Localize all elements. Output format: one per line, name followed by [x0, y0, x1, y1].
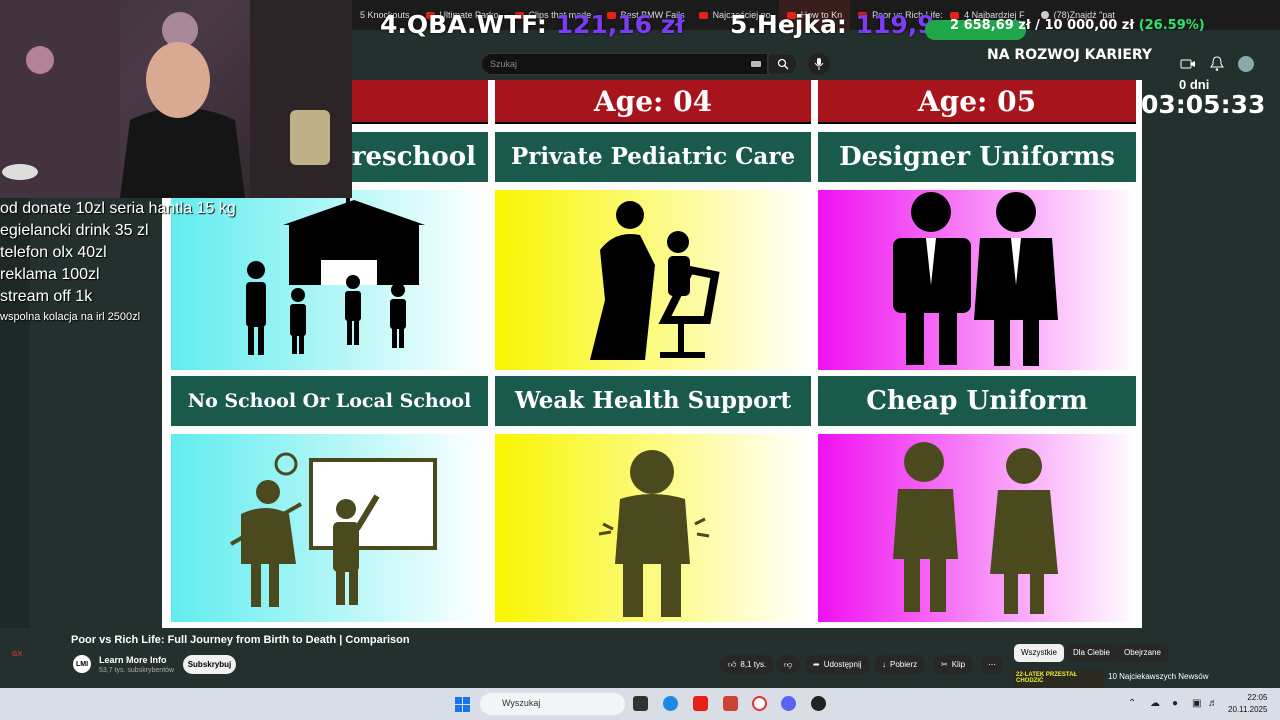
donation-item: wspolna kolacja na irl 2500zl — [0, 311, 141, 323]
rank-4-amount: 121,16 zł — [555, 10, 685, 39]
rank-5-name: 5.Hejka: — [730, 10, 847, 39]
preschool-panel — [171, 190, 488, 370]
cloud-icon[interactable]: ☁ — [1150, 698, 1160, 709]
scissors-icon: ✂ — [941, 660, 948, 669]
donation-menu: od donate 10zl seria hantla 15 kg egiela… — [0, 198, 236, 326]
channel-name[interactable]: Learn More Info — [99, 655, 167, 665]
poor-label-3: Cheap Uniform — [818, 376, 1136, 426]
opera-gx-icon[interactable]: GX — [12, 651, 22, 658]
create-icon[interactable] — [1180, 56, 1196, 72]
chip-for-you[interactable]: Dla Ciebie — [1066, 644, 1117, 662]
chip-watched[interactable]: Obejrzane — [1117, 644, 1168, 662]
dislike-button[interactable]: 👎︎ — [776, 655, 800, 674]
share-label: Udostępnij — [823, 660, 862, 669]
windows-start-icon[interactable] — [455, 697, 470, 712]
share-button[interactable]: ➦ Udostępnij — [805, 655, 870, 674]
local-school-panel — [171, 434, 488, 622]
doctor-patient-icon — [590, 201, 720, 360]
rich-label-2: Private Pediatric Care — [495, 132, 811, 182]
sick-person-icon — [598, 450, 710, 617]
opera-icon[interactable] — [752, 696, 767, 711]
rank-5-amount: 119,9 — [855, 10, 935, 39]
age-header-2: Age: 04 — [495, 80, 811, 124]
goal-caption: NA ROZWOJ KARIERY — [987, 47, 1153, 63]
download-label: Pobierz — [890, 660, 918, 669]
clock-time: 22:05 — [1247, 693, 1268, 702]
taskbar-search[interactable]: Wyszukaj — [480, 693, 625, 715]
chevron-up-icon[interactable]: ⌃ — [1128, 698, 1136, 709]
donation-item: egielancki drink 35 zl — [0, 222, 149, 239]
donation-item: stream off 1k — [0, 288, 93, 305]
pediatric-care-panel — [495, 190, 811, 370]
webcam-feed — [0, 0, 352, 198]
windows-taskbar: Wyszukaj ⌃ ☁ ● ▣ ♬ 22:05 20.11.2025 — [0, 688, 1280, 720]
thumbs-up-icon: 👍︎ — [728, 659, 737, 669]
poor-label-2: Weak Health Support — [495, 376, 811, 426]
donation-item: od donate 10zl seria hantla 15 kg — [0, 200, 236, 217]
thumbs-down-icon: 👎︎ — [783, 659, 793, 669]
clip-label: Klip — [951, 660, 966, 669]
plain-uniform-icon — [893, 442, 1058, 614]
recommended-title[interactable]: 10 Najciekawszych Newsów — [1108, 672, 1208, 681]
weak-health-panel — [495, 434, 811, 622]
taskbar-clock[interactable]: 22:05 20.11.2025 — [1228, 692, 1267, 716]
keyboard-icon[interactable] — [751, 61, 761, 67]
designer-uniform-panel — [818, 190, 1136, 370]
donation-leaderboard: 4.QBA.WTF: 121,16 zł 5.Hejka: 119,9 — [380, 10, 935, 39]
subscriber-count: 53,7 tys. subskrybentów — [99, 667, 175, 674]
goal-amount: 2 658,69 zł / 10 000,00 zł — [950, 18, 1135, 33]
school-family-icon — [246, 190, 425, 355]
network-icon[interactable]: ▣ — [1192, 698, 1201, 709]
suit-people-icon — [893, 192, 1058, 366]
notifications-icon[interactable] — [1210, 56, 1224, 72]
youtube-header-icons — [1180, 56, 1254, 72]
video-title: Poor vs Rich Life: Full Journey from Bir… — [71, 634, 410, 646]
cheap-uniform-panel — [818, 434, 1136, 622]
microphone-icon — [814, 58, 824, 70]
age-header-3: Age: 05 — [818, 80, 1136, 124]
rank-4-name: 4.QBA.WTF: — [380, 10, 547, 39]
recommended-thumbnail[interactable]: 22-LATEK PRZESTAŁ CHODZIĆ — [1014, 670, 1104, 690]
clip-button[interactable]: ✂ Klip — [933, 655, 974, 674]
more-icon: ⋯ — [988, 660, 996, 669]
like-count: 8,1 tys. — [740, 660, 767, 669]
youtube-icon[interactable] — [693, 696, 708, 711]
edge-icon[interactable] — [663, 696, 678, 711]
mic-icon[interactable]: ● — [1172, 698, 1178, 709]
share-icon: ➦ — [813, 660, 820, 669]
stream-screen: 5 Knockouts Ultimate Parko Clips that made… — [0, 0, 1280, 720]
snipping-tool-icon[interactable] — [723, 696, 738, 711]
streamer-webcam-image — [0, 0, 352, 198]
download-icon: ↓ — [882, 660, 886, 669]
search-input[interactable]: Szukaj — [481, 53, 768, 75]
search-icon — [777, 58, 789, 70]
chip-all[interactable]: Wszystkie — [1014, 644, 1064, 662]
donation-item: reklama 100zl — [0, 266, 100, 283]
like-button[interactable]: 👍︎ 8,1 tys. — [720, 655, 775, 674]
obs-icon[interactable] — [811, 696, 826, 711]
more-actions-button[interactable]: ⋯ — [981, 655, 1003, 674]
donation-item: telefon olx 40zl — [0, 244, 107, 261]
avatar[interactable] — [1238, 56, 1254, 72]
task-view-icon[interactable] — [633, 696, 648, 711]
stream-timer: 03:05:33 — [1141, 90, 1266, 119]
teacher-student-icon — [230, 452, 437, 607]
poor-label-1: No School Or Local School — [171, 376, 488, 426]
clock-date: 20.11.2025 — [1228, 705, 1268, 714]
discord-icon[interactable] — [781, 696, 796, 711]
goal-percent: (26.59%) — [1138, 18, 1205, 33]
download-button[interactable]: ↓ Pobierz — [874, 655, 926, 674]
donation-goal: 2 658,69 zł / 10 000,00 zł (26.59%) — [925, 16, 1205, 44]
subscribe-button[interactable]: Subskrybuj — [183, 655, 236, 674]
goal-text: 2 658,69 zł / 10 000,00 zł (26.59%) — [950, 18, 1205, 33]
search-button[interactable] — [768, 53, 798, 75]
voice-search-button[interactable] — [808, 53, 830, 75]
rich-label-3: Designer Uniforms — [818, 132, 1136, 182]
channel-avatar[interactable]: LMI — [73, 655, 91, 673]
volume-icon[interactable]: ♬ — [1208, 698, 1218, 709]
